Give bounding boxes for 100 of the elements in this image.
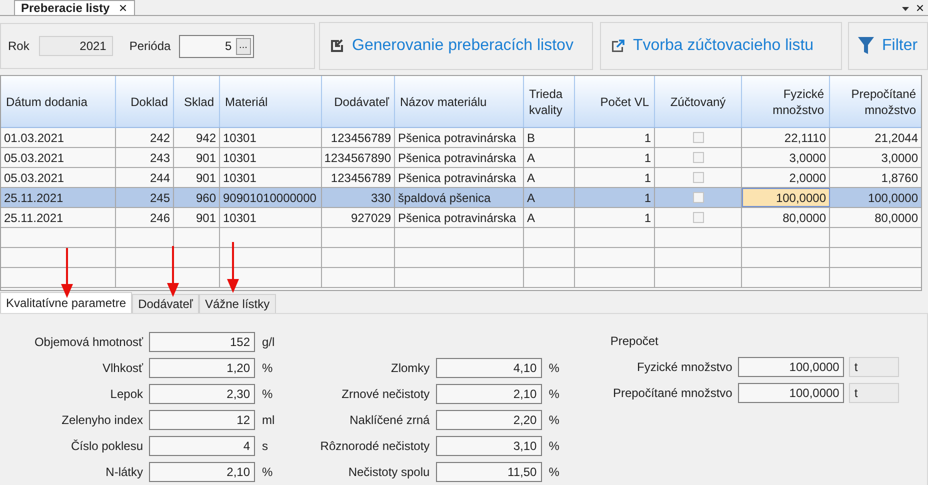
table-cell: 25.11.2021 xyxy=(1,208,116,227)
external-link-icon xyxy=(611,39,625,53)
table-cell: Pšenica potravinárska xyxy=(395,168,524,187)
input-field[interactable]: 4 xyxy=(149,436,255,456)
document-tab[interactable]: Preberacie listy xyxy=(14,0,135,15)
input-field[interactable]: 2,10 xyxy=(149,462,255,482)
field-label: Vlhkosť xyxy=(101,360,144,377)
unit-label: % xyxy=(548,412,560,429)
close-icon[interactable] xyxy=(118,3,128,13)
table-row[interactable]: 01.03.2021 242 942 10301 123456789 Pšenica potravinárska B 1 22,1110 21,2044 xyxy=(1,128,921,148)
table-cell: 123456789 xyxy=(322,168,395,187)
table-cell: 05.03.2021 xyxy=(1,168,116,187)
table-cell: 2,0000 xyxy=(742,168,830,187)
input-field[interactable]: 152 xyxy=(149,332,255,352)
column-header[interactable]: Zúčtovaný xyxy=(655,76,742,127)
table-cell: 330 xyxy=(322,188,395,207)
table-cell: 927029 xyxy=(322,208,395,227)
column-header[interactable]: Dodávateľ xyxy=(322,76,395,127)
field-label: Rôznorodé nečistoty xyxy=(319,438,431,455)
period-field[interactable]: 5 ... xyxy=(178,34,254,58)
table-cell: 22,1110 xyxy=(742,128,830,147)
input-field[interactable]: 3,10 xyxy=(436,436,542,456)
unit-label: % xyxy=(262,386,273,403)
checkbox[interactable] xyxy=(692,152,704,163)
field-label: N-látky xyxy=(104,464,144,481)
input-field[interactable]: 12 xyxy=(149,410,255,430)
input-field[interactable]: 4,10 xyxy=(436,358,542,378)
checkbox[interactable] xyxy=(692,192,704,203)
column-header[interactable]: Názov materiálu xyxy=(395,76,524,127)
input-field[interactable]: 1,20 xyxy=(149,358,255,378)
import-icon xyxy=(330,39,344,53)
table-cell: A xyxy=(524,168,575,187)
table-cell: 21,2044 xyxy=(830,128,921,147)
table-row[interactable]: 05.03.2021 243 901 10301 1234567890 Pšenica potravinárska A 1 3,0000 3,0000 xyxy=(1,148,921,168)
table-cell: Pšenica potravinárska xyxy=(395,128,524,147)
table-cell: 100,0000 xyxy=(742,188,830,207)
table-cell: 1 xyxy=(575,188,655,207)
checkbox[interactable] xyxy=(692,132,704,143)
table-cell: A xyxy=(524,148,575,167)
annotation-arrow xyxy=(167,246,179,297)
table-cell: B xyxy=(524,128,575,147)
column-header[interactable]: Trieda kvality xyxy=(524,76,575,127)
field-label: Nečistoty spolu xyxy=(347,464,431,481)
table-cell: 10301 xyxy=(220,148,322,167)
tab[interactable]: Vážne lístky xyxy=(198,294,276,313)
input-field[interactable]: 2,10 xyxy=(436,384,542,404)
input-field[interactable]: 100,0000 xyxy=(738,357,844,377)
export-button[interactable]: Tvorba zúčtovacieho listu xyxy=(600,22,842,70)
column-header[interactable]: Počet VL xyxy=(575,76,655,127)
table-cell: špaldová pšenica xyxy=(395,188,524,207)
table-cell: 10301 xyxy=(220,208,322,227)
field-label: Objemová hmotnosť xyxy=(33,334,144,351)
field-label: Perióda xyxy=(129,38,171,55)
table-cell: Pšenica potravinárska xyxy=(395,208,524,227)
field-label: Fyzické množstvo xyxy=(636,359,734,376)
annotation-arrow xyxy=(61,248,73,298)
unit-label: g/l xyxy=(262,334,275,351)
tab[interactable]: Kvalitatívne parametre xyxy=(0,292,132,313)
input-field[interactable]: 2,30 xyxy=(149,384,255,404)
unit-field: t xyxy=(849,383,900,403)
unit-field: t xyxy=(849,357,900,377)
table-row[interactable]: 05.03.2021 244 901 10301 123456789 Pšenica potravinárska A 1 2,0000 1,8760 xyxy=(1,168,921,188)
close-icon[interactable] xyxy=(915,3,925,13)
column-header[interactable]: Doklad xyxy=(116,76,174,127)
unit-label: s xyxy=(262,438,268,455)
table-cell: 1 xyxy=(575,208,655,227)
checkbox[interactable] xyxy=(692,172,704,183)
table-cell: 1 xyxy=(575,168,655,187)
dropdown-icon[interactable] xyxy=(902,7,909,11)
tab[interactable]: Dodávateľ xyxy=(132,294,199,313)
table-cell: 246 xyxy=(116,208,174,227)
input-field[interactable]: 11,50 xyxy=(436,462,542,482)
table-cell: 242 xyxy=(116,128,174,147)
column-header[interactable]: Prepočítané množstvo xyxy=(830,76,921,127)
unit-label: % xyxy=(262,464,273,481)
checkbox[interactable] xyxy=(692,212,704,223)
unit-label: % xyxy=(548,386,560,403)
table-cell: Pšenica potravinárska xyxy=(395,148,524,167)
table-cell: 1234567890 xyxy=(322,148,395,167)
column-header[interactable]: Sklad xyxy=(174,76,220,127)
table-row[interactable]: 25.11.2021 245 960 90901010000000 330 špaldová pšenica A 1 100,0000 100,0000 xyxy=(1,188,921,208)
column-header[interactable]: Fyzické množstvo xyxy=(742,76,830,127)
input-field[interactable]: 2,20 xyxy=(436,410,542,430)
table-cell: 80,0000 xyxy=(742,208,830,227)
section-title: Prepočet xyxy=(610,333,660,350)
table-cell: 25.11.2021 xyxy=(1,188,116,207)
browse-button[interactable]: ... xyxy=(236,38,251,54)
field-label: Lepok xyxy=(109,386,144,403)
input-field[interactable]: 100,0000 xyxy=(738,383,844,403)
table-row[interactable]: 25.11.2021 246 901 10301 927029 Pšenica potravinárska A 1 80,0000 80,0000 xyxy=(1,208,921,228)
table-cell: 3,0000 xyxy=(830,148,921,167)
table-cell: A xyxy=(524,208,575,227)
table-cell: 901 xyxy=(174,208,220,227)
table-cell: 244 xyxy=(116,168,174,187)
generate-button[interactable]: Generovanie preberacích listov xyxy=(319,22,593,70)
table-cell: A xyxy=(524,188,575,207)
column-header[interactable]: Materiál xyxy=(220,76,322,127)
filter-button[interactable]: Filter xyxy=(848,22,928,70)
field-label: Zrnové nečistoty xyxy=(340,386,431,403)
column-header[interactable]: Dátum dodania xyxy=(1,76,116,127)
